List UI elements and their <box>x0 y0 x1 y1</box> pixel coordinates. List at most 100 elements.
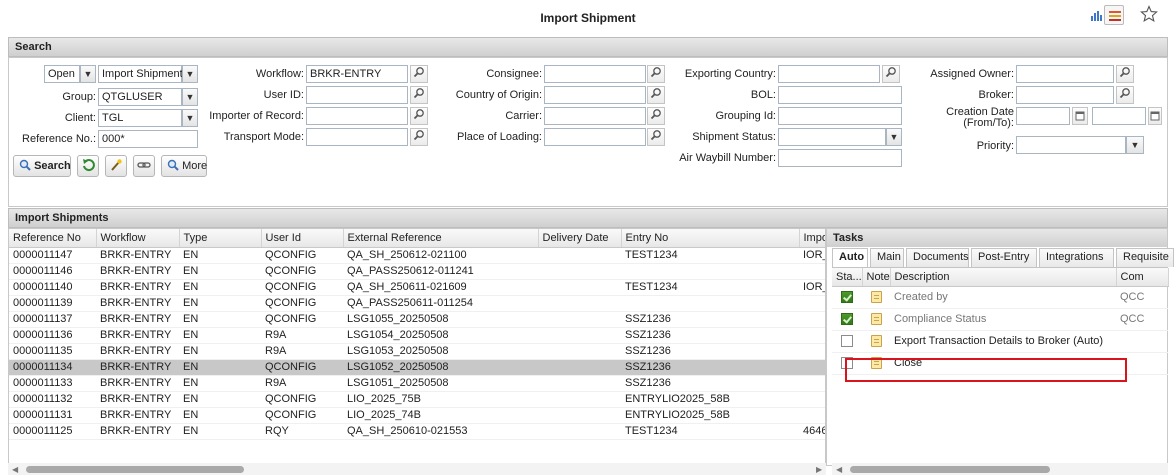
table-row[interactable]: 0000011133 BRKR-ENTRY EN R9A LSG1051_2025050… <box>9 375 825 392</box>
scroll-left-icon[interactable]: ◀ <box>12 465 18 474</box>
column-header[interactable]: Import <box>799 229 825 248</box>
more-button[interactable]: More <box>161 155 207 177</box>
table-row[interactable]: 0000011135 BRKR-ENTRY EN R9A LSG1053_2025050… <box>9 343 825 360</box>
table-row[interactable]: 0000011147 BRKR-ENTRY EN QCONFIG QA_SH_25061… <box>9 247 825 264</box>
grouping-id-input[interactable] <box>778 107 902 125</box>
column-header[interactable]: Sta... <box>832 268 863 287</box>
column-header[interactable]: Workflow <box>96 229 180 248</box>
column-header[interactable]: Note <box>862 268 891 287</box>
scroll-right-icon[interactable]: ▶ <box>816 465 822 474</box>
origin-input[interactable] <box>544 86 646 104</box>
exporting-country-input[interactable] <box>778 65 880 83</box>
shipstatus-chevron-down-icon[interactable]: ▼ <box>886 128 902 146</box>
note-icon[interactable] <box>870 335 882 348</box>
scroll-left-icon[interactable]: ◀ <box>836 465 842 474</box>
carrier-lookup-icon[interactable] <box>647 107 665 125</box>
calendar-icon[interactable] <box>1072 107 1088 125</box>
table-row[interactable]: 0000011125 BRKR-ENTRY EN RQY QA_SH_250610-02… <box>9 423 825 440</box>
scroll-thumb[interactable] <box>850 466 1050 473</box>
creation-to-input[interactable] <box>1092 107 1146 125</box>
export-lookup-icon[interactable] <box>882 65 900 83</box>
tab-integrations[interactable]: Integrations <box>1039 248 1114 267</box>
column-header[interactable]: User Id <box>261 229 344 248</box>
chart-icon[interactable] <box>1090 8 1104 25</box>
owner-lookup-icon[interactable] <box>1116 65 1134 83</box>
priority-label: Priority: <box>976 140 1014 152</box>
group-chevron-down-icon[interactable]: ▼ <box>182 88 198 106</box>
type-chevron-down-icon[interactable]: ▼ <box>182 65 198 83</box>
column-header[interactable]: Entry No <box>621 229 800 248</box>
status-checkbox[interactable] <box>841 335 853 348</box>
reference-no-input[interactable]: 000* <box>98 130 198 148</box>
tab-requisite[interactable]: Requisite <box>1116 248 1174 267</box>
shipment-type-select[interactable]: Import Shipment <box>98 65 183 83</box>
tab-main[interactable]: Main <box>870 248 904 267</box>
origin-lookup-icon[interactable] <box>647 86 665 104</box>
loading-lookup-icon[interactable] <box>647 128 665 146</box>
transport-mode-input[interactable] <box>306 128 408 146</box>
column-header[interactable]: Com <box>1116 268 1169 287</box>
wand-button[interactable] <box>105 155 127 177</box>
checked-status-icon[interactable] <box>841 313 853 326</box>
assigned-owner-input[interactable] <box>1016 65 1114 83</box>
table-row[interactable]: 0000011132 BRKR-ENTRY EN QCONFIG LIO_2025_75… <box>9 391 825 408</box>
column-header[interactable]: Reference No <box>9 229 97 248</box>
loading-input[interactable] <box>544 128 646 146</box>
table-row[interactable]: 0000011140 BRKR-ENTRY EN QCONFIG QA_SH_25061… <box>9 279 825 296</box>
table-cell <box>799 343 825 360</box>
group-select[interactable]: QTGLUSER <box>98 88 182 106</box>
link-button[interactable] <box>133 155 155 177</box>
note-icon[interactable] <box>870 291 882 304</box>
userid-lookup-icon[interactable] <box>410 86 428 104</box>
ior-input[interactable] <box>306 107 408 125</box>
task-row[interactable]: Export Transaction Details to Broker (Au… <box>832 330 1168 353</box>
priority-chevron-down-icon[interactable]: ▼ <box>1126 136 1144 154</box>
column-header[interactable]: External Reference <box>343 229 539 248</box>
tab-documents[interactable]: Documents <box>906 248 969 267</box>
workflow-lookup-icon[interactable] <box>410 65 428 83</box>
table-cell <box>799 391 825 408</box>
note-icon[interactable] <box>870 313 882 326</box>
broker-input[interactable] <box>1016 86 1114 104</box>
consignee-lookup-icon[interactable] <box>647 65 665 83</box>
table-row[interactable]: 0000011134 BRKR-ENTRY EN QCONFIG LSG1052_202… <box>9 359 825 376</box>
broker-lookup-icon[interactable] <box>1116 86 1134 104</box>
refresh-button[interactable] <box>77 155 99 177</box>
tab-auto[interactable]: Auto <box>832 248 868 268</box>
carrier-input[interactable] <box>544 107 646 125</box>
table-row[interactable]: 0000011136 BRKR-ENTRY EN R9A LSG1054_2025050… <box>9 327 825 344</box>
calendar-icon[interactable] <box>1148 107 1162 125</box>
table-row[interactable]: 0000011131 BRKR-ENTRY EN QCONFIG LIO_2025_74… <box>9 407 825 424</box>
priority-select[interactable] <box>1016 136 1126 154</box>
column-header[interactable]: Type <box>179 229 262 248</box>
tasks-horizontal-scrollbar[interactable]: ◀ <box>832 463 1168 475</box>
workflow-input[interactable]: BRKR-ENTRY <box>306 65 408 83</box>
task-row[interactable]: Created by QCC <box>832 286 1168 309</box>
table-row[interactable]: 0000011139 BRKR-ENTRY EN QCONFIG QA_PASS2506… <box>9 295 825 312</box>
column-header[interactable]: Description <box>890 268 1117 287</box>
status-select[interactable]: Open <box>44 65 80 83</box>
ior-lookup-icon[interactable] <box>410 107 428 125</box>
creation-from-input[interactable] <box>1016 107 1070 125</box>
shipment-status-select[interactable] <box>778 128 886 146</box>
status-chevron-down-icon[interactable]: ▼ <box>80 65 96 83</box>
client-chevron-down-icon[interactable]: ▼ <box>182 109 198 127</box>
userid-input[interactable] <box>306 86 408 104</box>
consignee-input[interactable] <box>544 65 646 83</box>
checked-status-icon[interactable] <box>841 291 853 304</box>
air-waybill-input[interactable] <box>778 149 902 167</box>
table-row[interactable]: 0000011137 BRKR-ENTRY EN QCONFIG LSG1055_202… <box>9 311 825 328</box>
column-header[interactable]: Delivery Date <box>538 229 622 248</box>
table-row[interactable]: 0000011146 BRKR-ENTRY EN QCONFIG QA_PASS2506… <box>9 263 825 280</box>
layout-icon[interactable] <box>1104 5 1124 25</box>
shipments-horizontal-scrollbar[interactable]: ◀ ▶ <box>8 463 826 475</box>
task-note-cell <box>862 308 890 331</box>
transport-lookup-icon[interactable] <box>410 128 428 146</box>
client-select[interactable]: TGL <box>98 109 182 127</box>
star-icon[interactable] <box>1140 5 1158 26</box>
task-row[interactable]: Compliance Status QCC <box>832 308 1168 331</box>
search-button[interactable]: Search <box>13 155 71 177</box>
tab-post-entry[interactable]: Post-Entry <box>971 248 1037 267</box>
bol-input[interactable] <box>778 86 902 104</box>
scroll-thumb[interactable] <box>26 466 244 473</box>
